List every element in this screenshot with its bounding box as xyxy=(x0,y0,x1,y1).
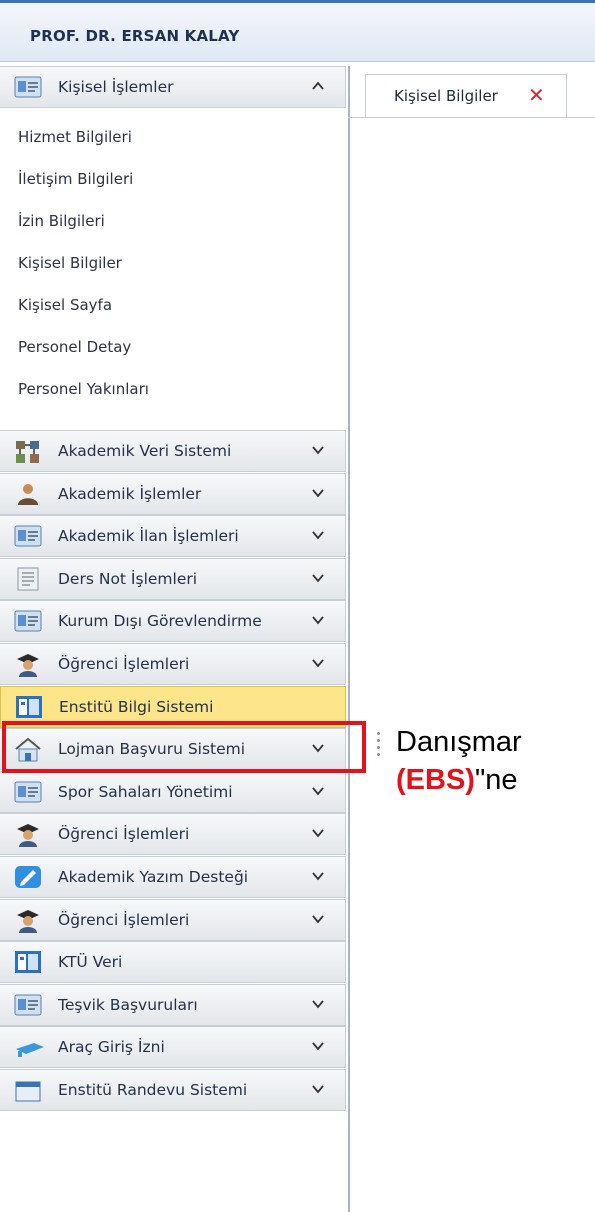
chevron-down-icon[interactable] xyxy=(311,656,325,670)
window-icon xyxy=(14,950,42,974)
sidebar-subitem[interactable]: İzin Bilgileri xyxy=(18,212,105,230)
graduate-icon xyxy=(14,822,42,848)
sidebar-subitem[interactable]: Kişisel Sayfa xyxy=(18,296,112,314)
sidebar-group-item[interactable]: Lojman Başvuru Sistemi xyxy=(0,728,346,771)
sidebar-group-label: KTÜ Veri xyxy=(58,953,123,972)
annotation-suffix: "ne xyxy=(474,764,518,796)
sidebar-group-item[interactable]: Öğrenci İşlemleri xyxy=(0,813,346,856)
sidebar-group-item[interactable]: Ders Not İşlemleri xyxy=(0,557,346,600)
sidebar-group-label: Öğrenci İşlemleri xyxy=(58,655,190,673)
window-icon xyxy=(15,695,43,719)
sidebar-subitem[interactable]: İletişim Bilgileri xyxy=(18,170,133,188)
chevron-down-icon[interactable] xyxy=(311,912,325,926)
sidebar-group-item[interactable]: Akademik Veri Sistemi xyxy=(0,430,346,472)
chevron-down-icon[interactable] xyxy=(311,571,325,585)
calendar-icon xyxy=(14,1078,42,1102)
sidebar-group-item[interactable]: Akademik Yazım Desteği xyxy=(0,856,346,898)
user-name: PROF. DR. ERSAN KALAY xyxy=(30,27,240,45)
person-icon xyxy=(14,482,42,506)
sidebar-subitem[interactable]: Personel Detay xyxy=(18,338,131,356)
chevron-down-icon[interactable] xyxy=(311,1082,325,1096)
camera-icon xyxy=(14,1035,44,1059)
sidebar-group-label: Teşvik Başvuruları xyxy=(58,995,198,1014)
document-icon xyxy=(14,567,42,591)
id-card-icon xyxy=(14,524,42,548)
sidebar-group-item[interactable]: KTÜ Veri xyxy=(0,941,346,984)
sidebar-group-label: Akademik Yazım Desteği xyxy=(58,868,249,886)
sidebar-menu: Kişisel İşlemler Hizmet Bilgileri İletişi… xyxy=(0,66,350,1212)
chevron-up-icon[interactable] xyxy=(311,79,325,93)
house-icon xyxy=(14,737,42,762)
tab-kisisel-bilgiler[interactable]: Kişisel Bilgiler ✕ xyxy=(365,74,567,118)
sidebar-group-label: Akademik İşlemler xyxy=(58,484,202,503)
sidebar-group-item[interactable]: Öğrenci İşlemleri xyxy=(0,898,346,941)
sidebar-group-label: Akademik Veri Sistemi xyxy=(58,442,232,460)
sidebar-group-label: Öğrenci İşlemleri xyxy=(58,825,190,844)
sidebar-group-label: Ders Not İşlemleri xyxy=(58,569,198,588)
sidebar-subitem[interactable]: Personel Yakınları xyxy=(18,380,149,398)
top-header-bar: PROF. DR. ERSAN KALAY xyxy=(0,0,595,62)
chevron-down-icon[interactable] xyxy=(311,1039,325,1053)
graduate-icon xyxy=(14,652,42,677)
id-card-icon xyxy=(14,75,42,99)
sidebar-group-kisisel-islemler[interactable]: Kişisel İşlemler xyxy=(0,66,346,108)
annotation-ebs: (EBS) xyxy=(396,764,475,796)
sidebar-group-item[interactable]: Teşvik Başvuruları xyxy=(0,983,346,1026)
id-card-icon xyxy=(14,780,42,804)
sidebar-group-item[interactable]: Öğrenci İşlemleri xyxy=(0,643,346,685)
sidebar-group-item[interactable]: Kurum Dışı Görevlendirme xyxy=(0,600,346,643)
id-card-icon xyxy=(14,609,42,633)
resize-handle[interactable] xyxy=(377,732,381,762)
sidebar-group-item[interactable]: Akademik İşlemler xyxy=(0,472,346,515)
sidebar-group-label: Akademik İlan İşlemleri xyxy=(58,527,239,546)
sidebar-group-label: Kurum Dışı Görevlendirme xyxy=(58,612,262,631)
chevron-down-icon[interactable] xyxy=(311,997,325,1011)
chevron-down-icon[interactable] xyxy=(311,826,325,840)
chevron-down-icon[interactable] xyxy=(311,741,325,755)
sidebar-subitem[interactable]: Hizmet Bilgileri xyxy=(18,128,132,146)
chevron-down-icon[interactable] xyxy=(311,528,325,542)
chevron-down-icon[interactable] xyxy=(311,443,325,457)
sidebar-group-label: Spor Sahaları Yönetimi xyxy=(58,782,233,801)
tab-label: Kişisel Bilgiler xyxy=(394,87,498,105)
chevron-down-icon[interactable] xyxy=(311,869,325,883)
annotation-line-2: (EBS)"ne xyxy=(396,764,518,797)
sidebar-group-label: Kişisel İşlemler xyxy=(58,78,174,96)
graduate-icon xyxy=(14,908,42,933)
sidebar-group-item[interactable]: Spor Sahaları Yönetimi xyxy=(0,770,346,813)
sidebar-group-item[interactable]: Akademik İlan İşlemleri xyxy=(0,515,346,558)
sidebar-group-label: Öğrenci İşlemleri xyxy=(58,910,190,929)
chevron-down-icon[interactable] xyxy=(311,486,325,500)
sidebar-group-label: Lojman Başvuru Sistemi xyxy=(58,740,246,759)
sidebar-group-label: Enstitü Bilgi Sistemi xyxy=(59,697,214,716)
network-icon xyxy=(14,439,42,463)
chevron-down-icon[interactable] xyxy=(311,613,325,627)
sidebar-group-item[interactable]: Enstitü Bilgi Sistemi xyxy=(0,685,346,728)
sidebar-group-item[interactable]: Enstitü Randevu Sistemi xyxy=(0,1069,346,1111)
sidebar-group-label: Enstitü Randevu Sistemi xyxy=(58,1081,248,1099)
pen-icon xyxy=(14,865,42,889)
close-icon[interactable]: ✕ xyxy=(528,83,545,107)
sidebar-group-label: Araç Giriş İzni xyxy=(58,1038,165,1057)
tab-strip-divider xyxy=(348,117,595,118)
chevron-down-icon[interactable] xyxy=(311,784,325,798)
id-card-icon xyxy=(14,993,42,1017)
sidebar-subitem[interactable]: Kişisel Bilgiler xyxy=(18,254,122,272)
annotation-line-1: Danışmar xyxy=(396,726,522,758)
sidebar-group-item[interactable]: Araç Giriş İzni xyxy=(0,1026,346,1069)
